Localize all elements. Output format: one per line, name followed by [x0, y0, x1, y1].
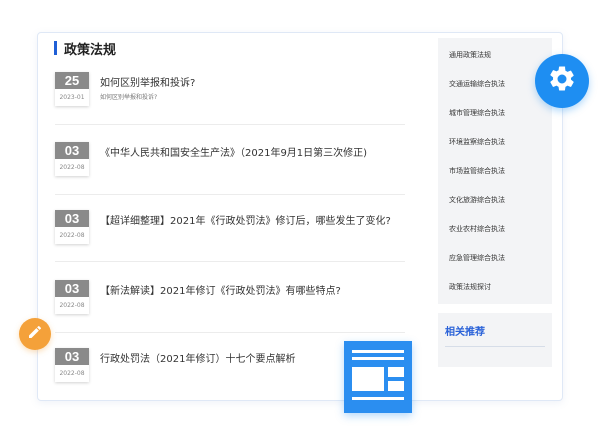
date-month: 2023-01 [55, 89, 89, 106]
recommend-title: 相关推荐 [445, 327, 485, 338]
news-title-link[interactable]: 《中华人民共和国安全生产法》（2021年9月1日第三次修正) [100, 144, 367, 159]
divider [55, 194, 405, 195]
sidebar-item-emergency[interactable]: 应急管理综合执法 [449, 253, 505, 263]
sidebar-item-market[interactable]: 市场监管综合执法 [449, 166, 505, 176]
date-month: 2022-08 [55, 365, 89, 382]
divider [55, 261, 405, 262]
date-badge: 03 2022-08 [55, 348, 89, 382]
date-month: 2022-08 [55, 159, 89, 176]
gear-icon [547, 64, 577, 98]
news-item[interactable]: 03 2022-08 《中华人民共和国安全生产法》（2021年9月1日第三次修正… [55, 142, 405, 195]
date-badge: 03 2022-08 [55, 280, 89, 314]
pencil-icon [27, 324, 43, 344]
date-day: 25 [55, 72, 89, 89]
date-day: 03 [55, 142, 89, 159]
date-day: 03 [55, 210, 89, 227]
section-header: 政策法规 [54, 40, 117, 58]
date-month: 2022-08 [55, 227, 89, 244]
settings-button[interactable] [535, 54, 589, 108]
sidebar-item-discussion[interactable]: 政策法规探讨 [449, 282, 491, 292]
sidebar-item-transport[interactable]: 交通运输综合执法 [449, 79, 505, 89]
document-icon [344, 350, 412, 417]
news-title-link[interactable]: 【新法解读】2021年修订《行政处罚法》有哪些特点? [100, 282, 341, 297]
divider [55, 124, 405, 125]
document-card [344, 341, 412, 413]
date-badge: 03 2022-08 [55, 210, 89, 244]
date-day: 03 [55, 348, 89, 365]
sidebar-item-urban[interactable]: 城市管理综合执法 [449, 108, 505, 118]
news-item[interactable]: 03 2022-08 【超详细整理】2021年《行政处罚法》修订后，哪些发生了变… [55, 210, 405, 262]
title-accent-bar [54, 41, 57, 55]
sidebar-item-agriculture[interactable]: 农业农村综合执法 [449, 224, 505, 234]
news-title-link[interactable]: 【超详细整理】2021年《行政处罚法》修订后，哪些发生了变化? [100, 212, 391, 227]
date-month: 2022-08 [55, 297, 89, 314]
sidebar-item-environment[interactable]: 环境监察综合执法 [449, 137, 505, 147]
news-title-link[interactable]: 如何区别举报和投诉? [100, 74, 195, 89]
sidebar-item-general[interactable]: 通用政策法规 [449, 50, 491, 60]
date-badge: 03 2022-08 [55, 142, 89, 176]
news-summary: 如何区别举报和投诉? [100, 94, 158, 101]
date-badge: 25 2023-01 [55, 72, 89, 106]
edit-button[interactable] [19, 318, 51, 350]
divider [55, 332, 405, 333]
date-day: 03 [55, 280, 89, 297]
news-item[interactable]: 25 2023-01 如何区别举报和投诉? 如何区别举报和投诉? [55, 72, 405, 125]
page-title: 政策法规 [64, 42, 117, 58]
divider [445, 346, 545, 347]
news-item[interactable]: 03 2022-08 【新法解读】2021年修订《行政处罚法》有哪些特点? [55, 280, 405, 333]
news-title-link[interactable]: 行政处罚法（2021年修订）十七个要点解析 [100, 350, 295, 365]
recommend-panel: 相关推荐 [438, 313, 552, 367]
sidebar-item-culture[interactable]: 文化旅游综合执法 [449, 195, 505, 205]
